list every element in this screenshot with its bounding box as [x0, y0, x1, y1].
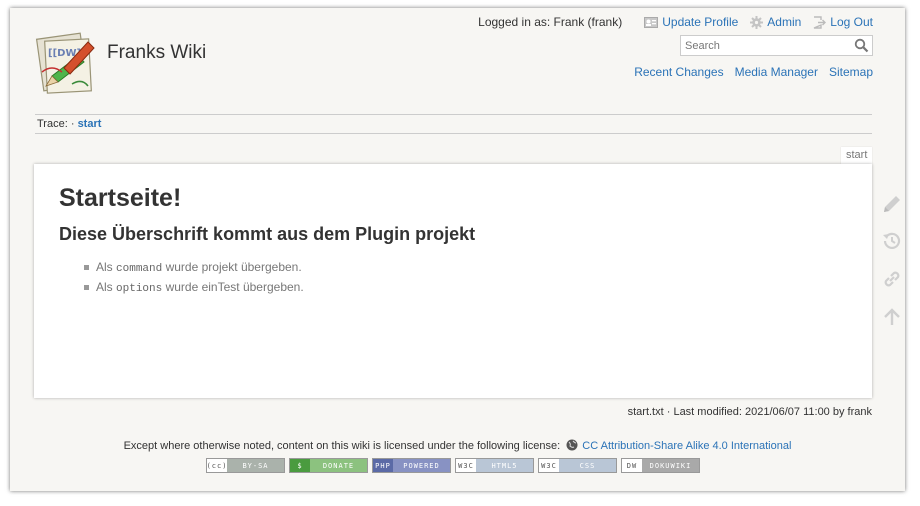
site-tools: Recent Changes Media Manager Sitemap — [623, 65, 873, 79]
edit-pencil-icon[interactable] — [879, 191, 905, 217]
badge-left: W3C — [456, 459, 476, 472]
license-link[interactable]: CC Attribution-Share Alike 4.0 Internati… — [582, 440, 791, 452]
wiki-window: [[DW]] Franks Wiki Logged in as: Frank (… — [10, 8, 905, 491]
footer-badge-donate[interactable]: $ DONATE — [289, 458, 368, 473]
badge-right: DOKUWIKI — [642, 459, 699, 472]
profile-card-icon — [644, 16, 659, 28]
breadcrumb-prefix: Trace: — [37, 118, 68, 130]
footer-badge-by-sa[interactable]: (cc) BY-SA — [206, 458, 285, 473]
footer-badge-css[interactable]: W3C CSS — [538, 458, 617, 473]
dokuwiki-logo[interactable]: [[DW]] — [32, 28, 104, 100]
page-id-tab: start — [841, 147, 873, 164]
badge-left: $ — [290, 459, 310, 472]
breadcrumb: Trace: · start — [37, 118, 101, 130]
page-content: Startseite! Diese Überschrift kommt aus … — [34, 164, 872, 398]
logout-label: Log Out — [830, 15, 873, 29]
backlinks-icon[interactable] — [879, 266, 905, 292]
badge-right: DONATE — [310, 459, 367, 472]
footer-badges: (cc) BY-SA $ DONATE PHP POWERED W3C HTML5 W3C CSS… — [206, 458, 704, 473]
breadcrumb-current[interactable]: start — [78, 118, 102, 130]
list-item: Als options wurde einTest übergeben. — [84, 278, 304, 298]
footer-badge-html5[interactable]: W3C HTML5 — [455, 458, 534, 473]
footer-badge-powered[interactable]: PHP POWERED — [372, 458, 451, 473]
logout-link[interactable]: Log Out — [813, 15, 873, 29]
license-info: Except where otherwise noted, content on… — [10, 439, 905, 452]
content-list: Als command wurde projekt übergeben. Als… — [84, 258, 304, 298]
user-tools: Logged in as: Frank (frank) Update Profi… — [478, 15, 873, 29]
badge-right: CSS — [559, 459, 616, 472]
badge-right: BY-SA — [227, 459, 284, 472]
badge-left: DW — [622, 459, 642, 472]
admin-label: Admin — [767, 15, 802, 29]
page-heading: Startseite! — [59, 184, 182, 212]
breadcrumb-separator: · — [70, 118, 75, 130]
badge-left: (cc) — [207, 459, 227, 472]
badge-right: POWERED — [393, 459, 450, 472]
license-text: Except where otherwise noted, content on… — [123, 440, 561, 452]
page-subheading: Diese Überschrift kommt aus dem Plugin p… — [59, 224, 476, 244]
recent-changes-link[interactable]: Recent Changes — [634, 65, 723, 79]
update-profile-label: Update Profile — [662, 15, 739, 29]
history-icon[interactable] — [879, 228, 905, 254]
search-input[interactable] — [681, 36, 841, 55]
admin-link[interactable]: Admin — [750, 15, 801, 29]
update-profile-link[interactable]: Update Profile — [644, 15, 738, 29]
badge-left: PHP — [373, 459, 393, 472]
back-to-top-icon[interactable] — [879, 304, 905, 330]
search-box — [680, 35, 873, 56]
footer-badge-dokuwiki[interactable]: DW DOKUWIKI — [621, 458, 700, 473]
media-manager-link[interactable]: Media Manager — [735, 65, 818, 79]
cc-globe-icon — [563, 439, 579, 452]
gear-icon — [750, 15, 764, 29]
search-icon[interactable] — [854, 38, 869, 56]
badge-right: HTML5 — [476, 459, 533, 472]
header-divider — [35, 114, 872, 115]
badge-left: W3C — [539, 459, 559, 472]
logged-in-label: Logged in as: Frank (frank) — [478, 15, 623, 29]
list-item: Als command wurde projekt übergeben. — [84, 258, 304, 278]
sitemap-link[interactable]: Sitemap — [829, 65, 873, 79]
logout-icon — [813, 15, 827, 29]
breadcrumb-divider — [35, 133, 872, 134]
doc-info: start.txt · Last modified: 2021/06/07 11… — [627, 406, 872, 418]
site-title[interactable]: Franks Wiki — [107, 42, 206, 64]
